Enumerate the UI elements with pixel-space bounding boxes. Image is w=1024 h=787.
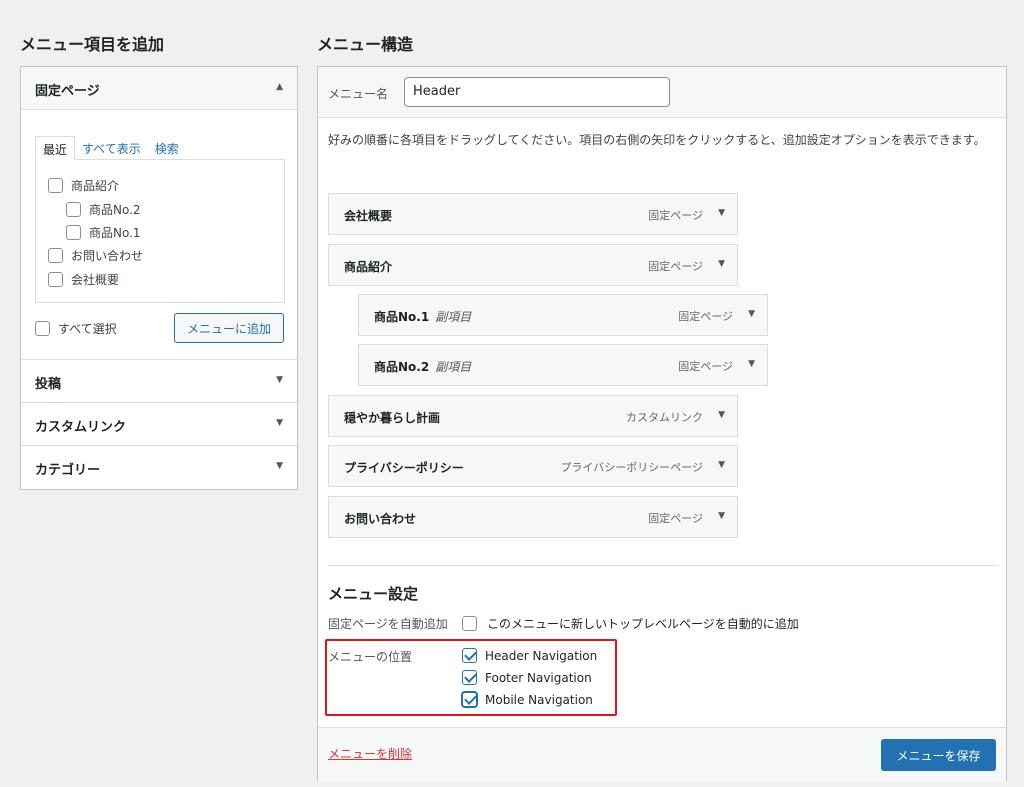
expand-arrow-icon[interactable]: ▼ [748, 309, 755, 319]
page-item-label: お問い合わせ [71, 249, 144, 263]
menu-item-type: 固定ページ [648, 260, 703, 273]
page-item-label: 商品No.1 [89, 226, 141, 240]
menu-item-subitem-label: 副項目 [435, 310, 472, 324]
location-label: Mobile Navigation [485, 692, 593, 707]
checkbox-checked-icon[interactable] [462, 670, 477, 685]
checkbox-checked-icon[interactable] [462, 692, 477, 707]
menu-structure-panel: メニュー名 Header 好みの順番に各項目をドラッグしてください。項目の右側の… [317, 66, 1007, 782]
add-to-menu-button[interactable]: メニューに追加 [174, 313, 284, 343]
page-item-label: 会社概要 [71, 273, 120, 287]
pages-checklist: 商品紹介 商品No.2 商品No.1 お問い合わせ 会社概要 [35, 159, 285, 303]
select-all-checkbox[interactable] [35, 321, 50, 336]
menu-settings-title: メニュー設定 [328, 585, 419, 603]
accordion-categories-header[interactable]: カテゴリー ▼ [21, 446, 297, 489]
page-checkbox[interactable] [66, 225, 81, 240]
location-label: Footer Navigation [485, 670, 592, 685]
menu-name-input[interactable]: Header [404, 77, 670, 107]
save-menu-button[interactable]: メニューを保存 [881, 739, 996, 771]
location-label: Header Navigation [485, 648, 598, 663]
accordion-posts-label: 投稿 [35, 377, 62, 392]
expand-arrow-icon[interactable]: ▼ [718, 259, 725, 269]
page-checkbox[interactable] [48, 272, 63, 287]
select-all[interactable]: すべて選択 [35, 320, 117, 337]
expand-arrow-icon[interactable]: ▼ [718, 460, 725, 470]
tab-search[interactable]: 検索 [148, 136, 186, 160]
auto-add-label: 固定ページを自動追加 [328, 617, 448, 631]
auto-add-option[interactable]: このメニューに新しいトップレベルページを自動的に追加 [462, 615, 799, 632]
menu-item-subitem-label: 副項目 [435, 360, 472, 374]
tab-recent[interactable]: 最近 [35, 136, 76, 160]
menu-item-type: 固定ページ [678, 360, 733, 373]
page-checkbox[interactable] [66, 202, 81, 217]
menu-location-label: メニューの位置 [328, 650, 413, 664]
chevron-down-icon: ▼ [276, 418, 283, 428]
menu-item-title: お問い合わせ [344, 512, 417, 526]
delete-menu-link[interactable]: メニューを削除 [328, 745, 412, 762]
menu-footer-bar: メニューを削除 メニューを保存 [318, 727, 1006, 782]
accordion-pages-body: 最近 すべて表示 検索 商品紹介 商品No.2 商品No.1 お問い合わせ 会社… [21, 110, 297, 360]
menu-item-type: 固定ページ [648, 512, 703, 525]
accordion-custom-links-header[interactable]: カスタムリンク ▼ [21, 403, 297, 446]
auto-add-text: このメニューに新しいトップレベルページを自動的に追加 [487, 617, 799, 631]
menu-item[interactable]: プライバシーポリシー プライバシーポリシーページ ▼ [328, 445, 738, 487]
location-footer-navigation[interactable]: Footer Navigation [462, 670, 592, 685]
expand-arrow-icon[interactable]: ▼ [718, 208, 725, 218]
select-all-label: すべて選択 [58, 322, 117, 336]
menu-item-title: 商品紹介 [344, 260, 393, 274]
menu-name-bar: メニュー名 Header [318, 67, 1006, 118]
menu-item[interactable]: 商品No.1 副項目 固定ページ ▼ [358, 294, 768, 336]
divider [328, 565, 998, 566]
menu-item-title: 会社概要 [344, 209, 393, 223]
page-checkbox[interactable] [48, 248, 63, 263]
accordion-custom-links-label: カスタムリンク [35, 420, 127, 435]
tab-view-all[interactable]: すべて表示 [75, 136, 148, 160]
expand-arrow-icon[interactable]: ▼ [748, 359, 755, 369]
menu-item[interactable]: 穏やか暮らし計画 カスタムリンク ▼ [328, 395, 738, 437]
checkbox-checked-icon[interactable] [462, 648, 477, 663]
page-item[interactable]: 商品No.2 [66, 201, 141, 218]
accordion-pages-label: 固定ページ [35, 84, 100, 99]
add-menu-items-title: メニュー項目を追加 [20, 35, 165, 54]
menu-item-type: 固定ページ [648, 209, 703, 222]
expand-arrow-icon[interactable]: ▼ [718, 410, 725, 420]
drag-instructions: 好みの順番に各項目をドラッグしてください。項目の右側の矢印をクリックすると、追加… [328, 133, 986, 147]
page-item-label: 商品紹介 [71, 179, 120, 193]
menu-item-title: 商品No.1 副項目 [374, 310, 472, 324]
page-item-label: 商品No.2 [89, 203, 141, 217]
chevron-down-icon: ▼ [276, 375, 283, 385]
page-checkbox[interactable] [48, 178, 63, 193]
page-item[interactable]: 商品紹介 [48, 177, 119, 194]
pages-tabs: 最近 すべて表示 検索 [35, 136, 186, 160]
menu-item-type: カスタムリンク [626, 411, 703, 424]
location-mobile-navigation[interactable]: Mobile Navigation [462, 692, 593, 707]
accordion-pages-header[interactable]: 固定ページ ▲ [21, 67, 297, 110]
page-item[interactable]: 商品No.1 [66, 224, 141, 241]
menu-item-title: 商品No.2 副項目 [374, 360, 472, 374]
menu-structure-title: メニュー構造 [317, 35, 414, 54]
menu-item[interactable]: 商品紹介 固定ページ ▼ [328, 244, 738, 286]
expand-arrow-icon[interactable]: ▼ [718, 511, 725, 521]
page-item[interactable]: 会社概要 [48, 271, 119, 288]
accordion-categories-label: カテゴリー [35, 463, 101, 478]
menu-item-type: プライバシーポリシーページ [560, 461, 703, 474]
accordion-posts-header[interactable]: 投稿 ▼ [21, 360, 297, 403]
location-header-navigation[interactable]: Header Navigation [462, 648, 597, 663]
chevron-up-icon: ▲ [276, 82, 283, 92]
menu-item-type: 固定ページ [678, 310, 733, 323]
menu-name-label: メニュー名 [328, 87, 389, 101]
menu-item[interactable]: お問い合わせ 固定ページ ▼ [328, 496, 738, 538]
menu-item-title: プライバシーポリシー [344, 461, 464, 475]
chevron-down-icon: ▼ [276, 461, 283, 471]
menu-item[interactable]: 商品No.2 副項目 固定ページ ▼ [358, 344, 768, 386]
menu-item[interactable]: 会社概要 固定ページ ▼ [328, 193, 738, 235]
auto-add-checkbox[interactable] [462, 616, 477, 631]
add-menu-items-panel: 固定ページ ▲ 最近 すべて表示 検索 商品紹介 商品No.2 商品No.1 お [20, 66, 298, 490]
page-item[interactable]: お問い合わせ [48, 247, 143, 264]
menu-item-title: 穏やか暮らし計画 [344, 411, 441, 425]
